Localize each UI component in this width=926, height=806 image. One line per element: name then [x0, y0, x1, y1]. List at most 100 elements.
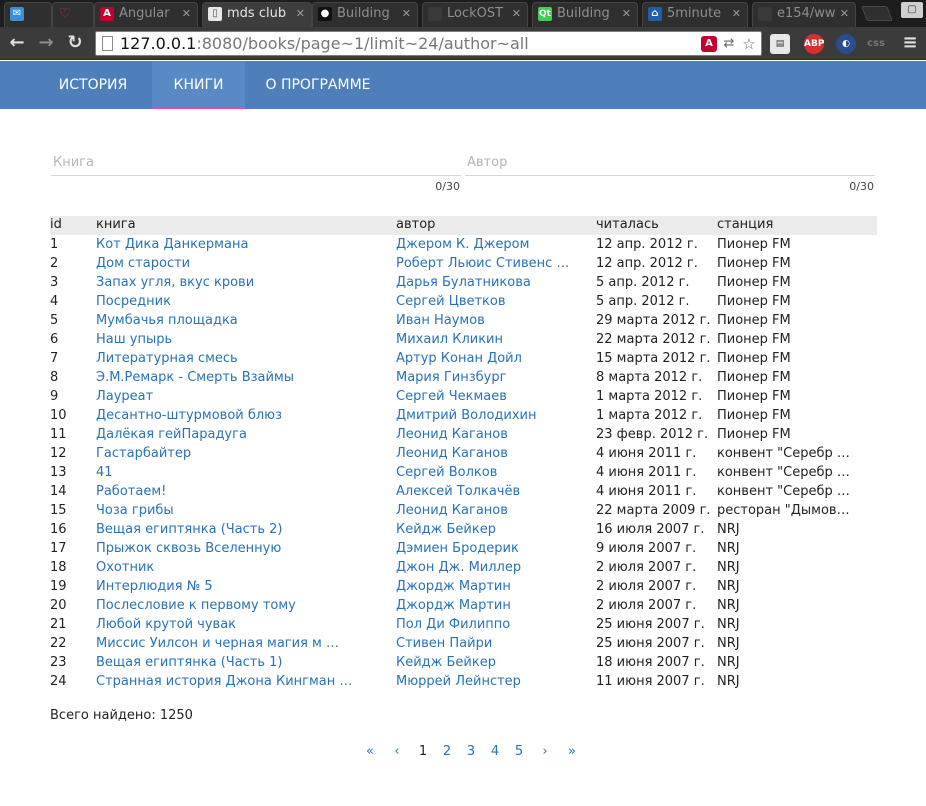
cell-book-link[interactable]: Работаем! [96, 482, 388, 501]
app-navbar: ИСТОРИЯ КНИГИ О ПРОГРАММЕ [0, 61, 926, 109]
cell-book-link[interactable]: Э.М.Ремарк - Смерть Взаймы [96, 368, 388, 387]
cell-book-link[interactable]: Наш упырь [96, 330, 388, 349]
menu-icon[interactable]: ≡ [899, 32, 921, 54]
cell-author-link[interactable]: Джордж Мартин [396, 596, 572, 615]
cell-book-link[interactable]: Далёкая гейПарадуга [96, 425, 388, 444]
cell-author-link[interactable]: Пол Ди Филиппо [396, 615, 572, 634]
cell-author-link[interactable]: Алексей Толкачёв [396, 482, 572, 501]
cell-book-link[interactable]: Десантно-штурмовой блюз [96, 406, 388, 425]
cell-author-link[interactable]: Дарья Булатникова [396, 273, 572, 292]
cell-book-link[interactable]: Послесловие к первому тому [96, 596, 388, 615]
nav-item-about[interactable]: О ПРОГРАММЕ [255, 61, 381, 109]
new-tab-button[interactable] [861, 6, 893, 21]
pager-prev-button[interactable]: ‹ [388, 744, 406, 759]
browser-tab[interactable]: ● Building ✕ [312, 2, 418, 27]
cell-book-link[interactable]: Вещая египтянка (Часть 1) [96, 653, 388, 672]
cell-id: 17 [50, 541, 67, 556]
cell-author-link[interactable]: Мария Гинзбург [396, 368, 572, 387]
cell-author-link[interactable]: Кейдж Бейкер [396, 653, 572, 672]
pager-next-button[interactable]: › [536, 744, 554, 759]
cell-author-link[interactable]: Кейдж Бейкер [396, 520, 572, 539]
cell-station: Пионер FM [717, 256, 791, 271]
cell-author-link[interactable]: Джером К. Джером [396, 235, 572, 254]
cell-book-link[interactable]: Запах угля, вкус крови [96, 273, 388, 292]
cell-book-link[interactable]: Мумбачья площадка [96, 311, 388, 330]
browser-tab[interactable]: ♡ [52, 2, 94, 27]
tab-title: 5minute [667, 6, 722, 21]
star-icon[interactable]: ☆ [741, 36, 757, 52]
browser-tab[interactable]: ✉ [4, 2, 52, 27]
pager-page-4[interactable]: 4 [486, 744, 504, 759]
github-icon: ● [318, 7, 332, 21]
cell-author-link[interactable]: Роберт Льюис Стивенс … [396, 254, 572, 273]
angular-icon[interactable]: A [701, 36, 717, 52]
cell-author-link[interactable]: Джордж Мартин [396, 577, 572, 596]
cell-author-link[interactable]: Михаил Кликин [396, 330, 572, 349]
book-filter-input[interactable] [51, 150, 461, 176]
reload-icon[interactable]: ↻ [64, 32, 86, 54]
nav-item-books[interactable]: КНИГИ [152, 61, 245, 109]
cell-author-link[interactable]: Сергей Цветков [396, 292, 572, 311]
cell-book-link[interactable]: Посредник [96, 292, 388, 311]
browser-tab-active[interactable]: ▯ mds club ✕ [202, 2, 312, 27]
cell-author-link[interactable]: Леонид Каганов [396, 501, 572, 520]
browser-tab[interactable]: Qt Building ✕ [532, 2, 638, 27]
cell-book-link[interactable]: 41 [96, 463, 388, 482]
cell-book-link[interactable]: Литературная смесь [96, 349, 388, 368]
cell-book-link[interactable]: Вещая египтянка (Часть 2) [96, 520, 388, 539]
cell-station: NRJ [717, 598, 740, 613]
css-extension-icon[interactable]: css [866, 34, 886, 54]
cell-book-link[interactable]: Миссис Уилсон и черная магия м … [96, 634, 388, 653]
cell-book-link[interactable]: Дом старости [96, 254, 388, 273]
cell-author-link[interactable]: Сергей Чекмаев [396, 387, 572, 406]
browser-tab[interactable]: A Angular ✕ [94, 2, 198, 27]
pager-page-2[interactable]: 2 [438, 744, 456, 759]
browser-tab[interactable]: ⌂ 5minute ✕ [642, 2, 748, 27]
cell-book-link[interactable]: Любой крутой чувак [96, 615, 388, 634]
browser-tab[interactable]: LockOST ✕ [422, 2, 528, 27]
extension-icon[interactable]: ◐ [836, 34, 856, 54]
nav-item-history[interactable]: ИСТОРИЯ [40, 61, 146, 109]
close-icon[interactable]: ✕ [182, 3, 191, 25]
translate-icon[interactable]: ⇄ [721, 36, 737, 52]
cell-book-link[interactable]: Лауреат [96, 387, 388, 406]
cell-author-link[interactable]: Артур Конан Дойл [396, 349, 572, 368]
cell-author-link[interactable]: Иван Наумов [396, 311, 572, 330]
cell-id: 11 [50, 427, 67, 442]
cell-author-link[interactable]: Стивен Пайри [396, 634, 572, 653]
cell-book-link[interactable]: Кот Дика Данкермана [96, 235, 388, 254]
pager-page-1[interactable]: 1 [414, 744, 432, 759]
cell-book-link[interactable]: Охотник [96, 558, 388, 577]
cell-book-link[interactable]: Гастарбайтер [96, 444, 388, 463]
back-arrow-icon[interactable]: ← [6, 32, 28, 54]
cell-author-link[interactable]: Джон Дж. Миллер [396, 558, 572, 577]
close-icon[interactable]: ✕ [622, 3, 631, 25]
address-url[interactable]: 127.0.0.1:8080/books/page~1/limit~24/aut… [120, 34, 529, 53]
pager-first-button[interactable]: « [361, 744, 379, 759]
browser-tab[interactable]: e154/ww ✕ [752, 2, 856, 27]
close-icon[interactable]: ✕ [732, 3, 741, 25]
cell-author-link[interactable]: Дэмиен Бродерик [396, 539, 572, 558]
pager-page-5[interactable]: 5 [510, 744, 528, 759]
cell-author-link[interactable]: Мюррей Лейнстер [396, 672, 572, 691]
cell-author-link[interactable]: Леонид Каганов [396, 425, 572, 444]
author-filter-input[interactable] [465, 150, 875, 176]
extension-page-icon[interactable]: ▤ [770, 34, 790, 54]
cell-book-link[interactable]: Чоза грибы [96, 501, 388, 520]
cell-book-link[interactable]: Прыжок сквозь Вселенную [96, 539, 388, 558]
close-icon[interactable]: ✕ [512, 3, 521, 25]
close-icon[interactable]: ✕ [402, 3, 411, 25]
close-icon[interactable]: ✕ [296, 3, 305, 25]
pager-last-button[interactable]: » [563, 744, 581, 759]
cell-book-link[interactable]: Интерлюдия № 5 [96, 577, 388, 596]
cell-book-link[interactable]: Странная история Джона Кингман … [96, 672, 388, 691]
forward-arrow-icon[interactable]: → [35, 32, 57, 54]
cell-author-link[interactable]: Сергей Волков [396, 463, 572, 482]
window-restore-icon[interactable]: ▢ [901, 2, 923, 18]
pager-page-3[interactable]: 3 [462, 744, 480, 759]
close-icon[interactable]: ✕ [840, 3, 849, 25]
adblock-icon[interactable]: ABP [804, 34, 824, 54]
address-bar[interactable]: 127.0.0.1:8080/books/page~1/limit~24/aut… [95, 31, 762, 56]
cell-author-link[interactable]: Дмитрий Володихин [396, 406, 572, 425]
cell-author-link[interactable]: Леонид Каганов [396, 444, 572, 463]
